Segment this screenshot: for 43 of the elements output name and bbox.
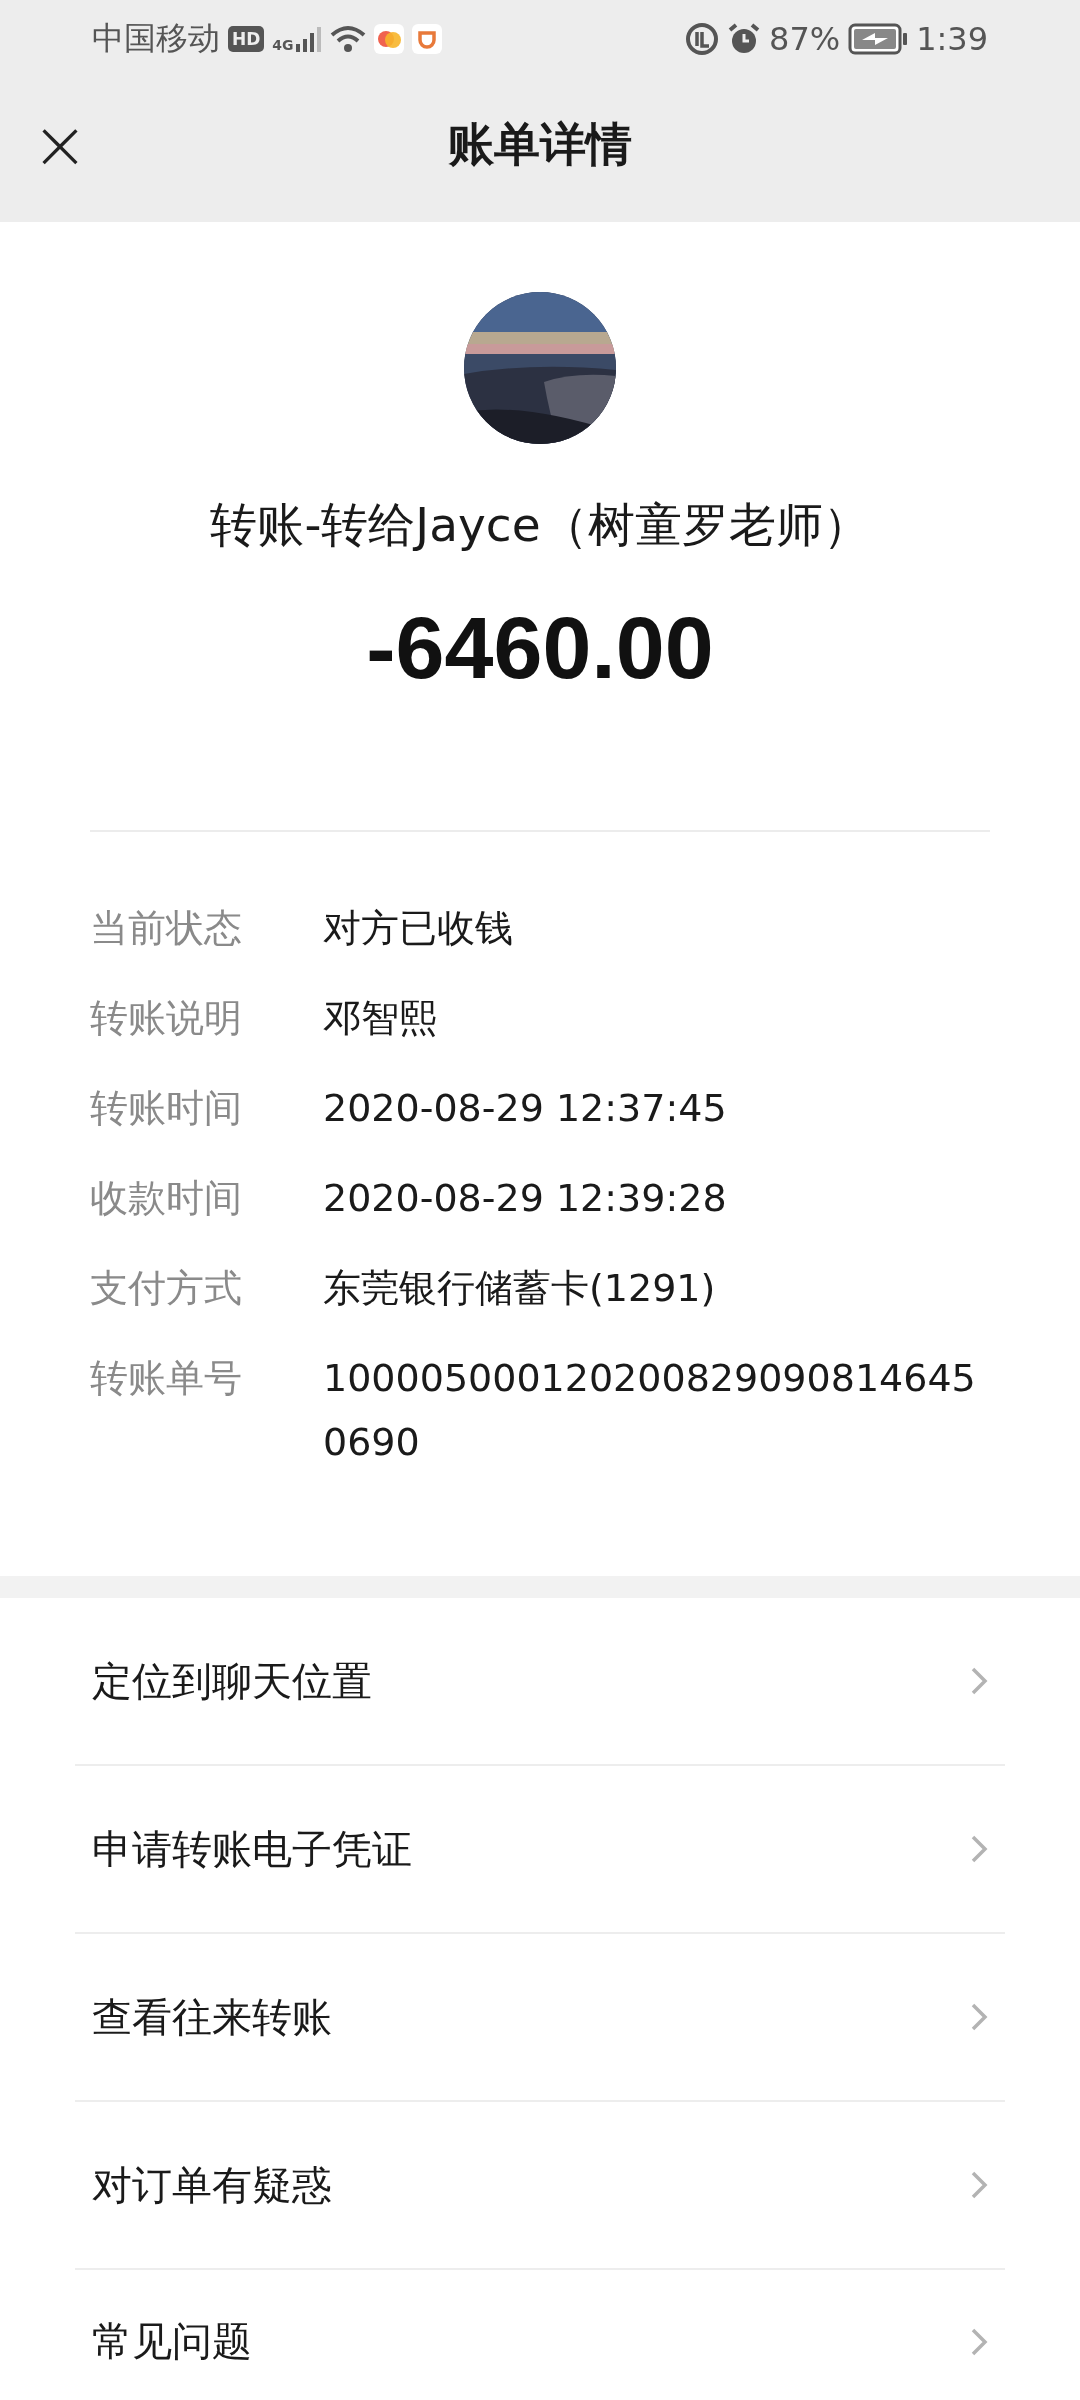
wifi-icon: [329, 25, 366, 53]
chevron-icon: [970, 1666, 988, 1696]
menu-item-label: 定位到聊天位置: [92, 1656, 372, 1706]
battery-icon: [848, 23, 909, 55]
hd-badge: HD: [228, 26, 265, 52]
menu-item[interactable]: 定位到聊天位置: [75, 1598, 1005, 1764]
chat-app-icon: [373, 24, 404, 54]
carrier-name: 中国移动: [92, 18, 220, 59]
detail-value: 邓智熙: [323, 995, 438, 1042]
battery-percent: 87%: [769, 20, 841, 58]
detail-label: 当前状态: [90, 905, 243, 952]
detail-label: 转账单号: [90, 1355, 243, 1402]
network-type: 4G: [272, 37, 294, 53]
clock-time: 1:39: [916, 20, 988, 58]
chevron-icon: [970, 2002, 988, 2032]
detail-value: 2020-08-29 12:39:28: [323, 1175, 728, 1222]
detail-label: 转账说明: [90, 995, 243, 1042]
signal-icon: [293, 25, 322, 53]
menu-item[interactable]: 常见问题: [75, 2268, 1005, 2373]
menu-item-label: 常见问题: [92, 2317, 252, 2366]
page-title: 账单详情: [447, 116, 633, 173]
detail-value: 2020-08-29 12:37:45: [323, 1085, 728, 1132]
eco-mode-icon: [685, 22, 719, 56]
payee-name: 转账-转给Jayce（树童罗老师）: [210, 496, 870, 554]
detail-label: 收款时间: [90, 1175, 243, 1222]
chevron-icon: [970, 2326, 988, 2357]
detail-value: 对方已收钱: [323, 905, 514, 952]
close-button[interactable]: ×: [20, 105, 100, 185]
menu-item[interactable]: 申请转账电子凭证: [75, 1764, 1005, 1932]
chevron-icon: [970, 1834, 988, 1864]
menu-item-label: 查看往来转账: [92, 1992, 332, 2042]
transfer-amount: -6460.00: [366, 597, 714, 699]
cup-app-icon: [411, 24, 442, 54]
detail-value: 东莞银行储蓄卡(1291): [323, 1265, 717, 1312]
alarm-icon: [727, 22, 761, 56]
menu-item-label: 对订单有疑惑: [92, 2160, 332, 2210]
menu-item[interactable]: 查看往来转账: [75, 1932, 1005, 2100]
detail-label: 转账时间: [90, 1085, 243, 1132]
menu-item[interactable]: 对订单有疑惑: [75, 2100, 1005, 2268]
menu-item-label: 申请转账电子凭证: [92, 1824, 412, 1874]
detail-value: 1000050001202008290908146450690: [323, 1355, 977, 1466]
detail-label: 支付方式: [90, 1265, 243, 1312]
chevron-icon: [970, 2170, 988, 2200]
